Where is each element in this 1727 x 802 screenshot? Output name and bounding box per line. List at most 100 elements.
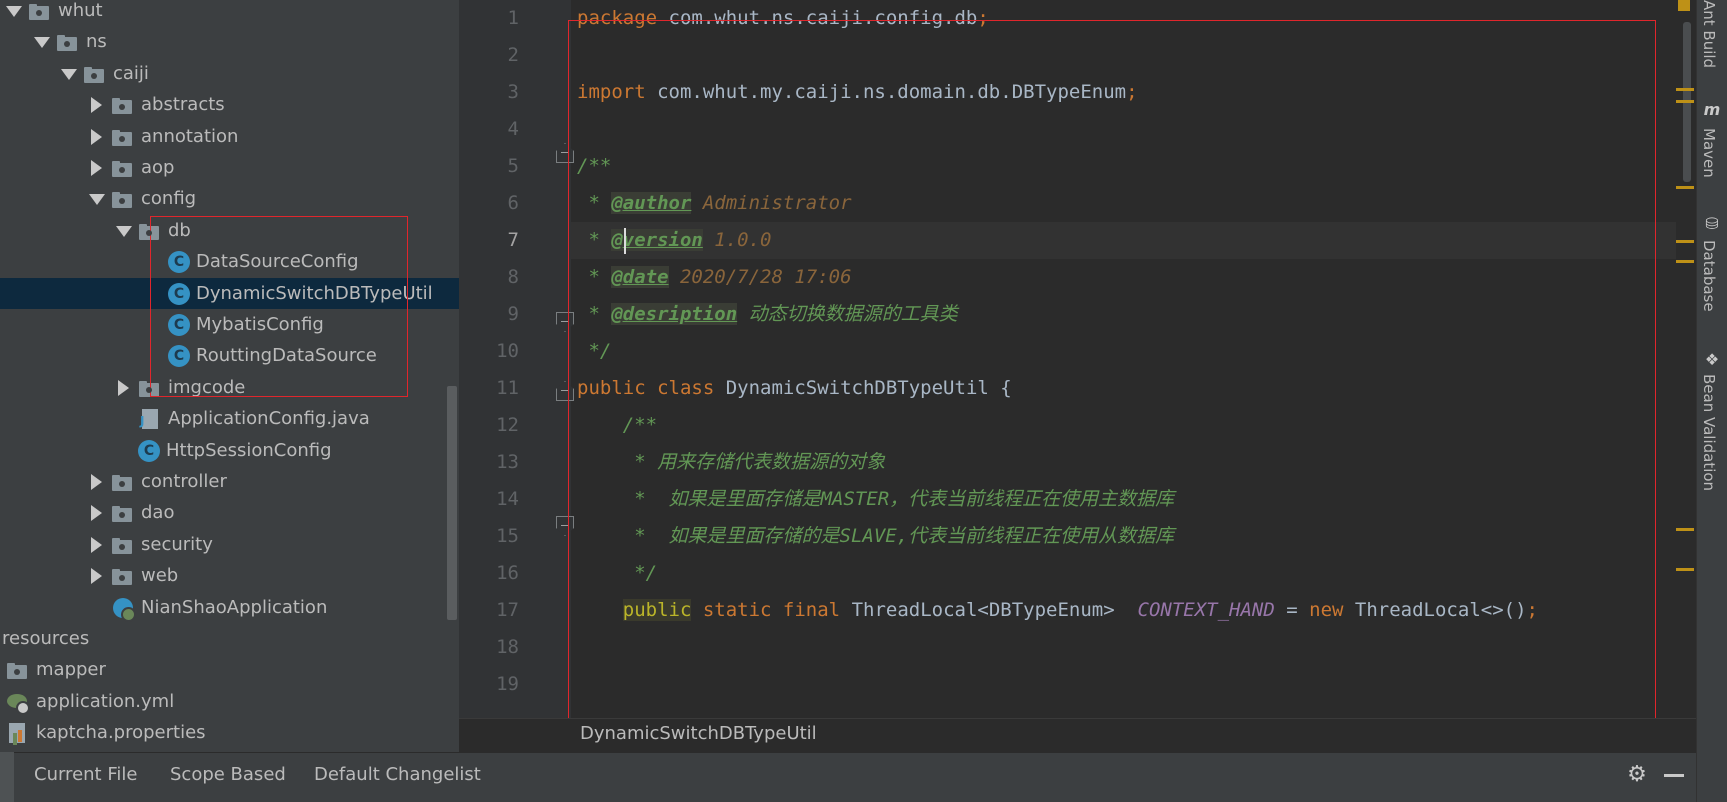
warning-marker[interactable] [1676,100,1694,103]
tree-item-label: NianShaoApplication [141,597,328,618]
warning-marker[interactable] [1678,0,1690,11]
folder-icon [6,659,30,681]
tree-item[interactable]: caiji [0,58,459,89]
line-number: 2 [507,44,519,66]
tree-item[interactable]: C RouttingDataSource [0,340,459,371]
code-text: ThreadLocal<>() [1343,599,1527,621]
tab-current-file[interactable]: Current File [34,764,137,785]
minimize-icon[interactable] [1664,774,1684,777]
java-file-icon [138,408,162,430]
chevron-right-icon[interactable] [85,126,107,148]
tree-item[interactable]: C MybatisConfig [0,309,459,340]
tree-item[interactable]: ApplicationConfig.java [0,403,459,434]
chevron-right-icon[interactable] [112,377,134,399]
tree-item-label: ApplicationConfig.java [168,408,370,429]
warning-marker[interactable] [1676,186,1694,189]
chevron-right-icon[interactable] [85,565,107,587]
chevron-right-icon[interactable] [85,534,107,556]
tab-scope-based[interactable]: Scope Based [170,764,286,785]
chevron-down-icon[interactable] [2,0,24,22]
breadcrumb[interactable]: DynamicSwitchDBTypeUtil [580,723,817,744]
tree-item[interactable]: annotation [0,121,459,152]
code-line-10[interactable]: */ [577,333,611,370]
chevron-right-icon[interactable] [85,471,107,493]
tree-scrollbar[interactable] [447,386,457,620]
warning-marker[interactable] [1676,528,1694,531]
code-line-9[interactable]: * @desription 动态切换数据源的工具类 [577,296,958,333]
chevron-right-icon[interactable] [85,157,107,179]
comment-text: * [577,266,612,288]
chevron-down-icon[interactable] [30,31,52,53]
tree-item-label: whut [58,0,103,21]
warning-marker[interactable] [1676,88,1694,91]
bean-validation-icon: ❖ [1704,350,1720,369]
chevron-right-icon[interactable] [85,94,107,116]
warning-marker[interactable] [1676,568,1694,571]
chevron-right-icon[interactable] [85,502,107,524]
bean-validation-tab[interactable]: Bean Validation [1700,374,1718,491]
code-line-3[interactable]: import com.whut.my.caiji.ns.domain.db.DB… [577,74,1138,111]
text-caret [624,228,626,254]
tree-item-label: config [141,188,197,209]
tree-item[interactable]: dao [0,497,459,528]
tree-item-label: abstracts [141,94,225,115]
tree-item[interactable]: ns [0,26,459,57]
code-line-5[interactable]: /** [577,148,611,185]
ant-build-tab[interactable]: Ant Build [1700,0,1718,68]
maven-tab[interactable]: Maven [1700,128,1718,178]
warning-marker[interactable] [1676,240,1694,243]
chevron-down-icon[interactable] [112,220,134,242]
folder-icon [138,377,162,399]
tree-item[interactable]: whut [0,0,459,26]
static-field: CONTEXT_HAND [1137,599,1275,621]
comment-text: * [577,192,612,214]
code-line-8[interactable]: * @date 2020/7/28 17:06 [577,259,852,296]
tree-item[interactable]: controller [0,466,459,497]
code-line-11[interactable]: public class DynamicSwitchDBTypeUtil { [577,370,1012,407]
chevron-down-icon[interactable] [57,63,79,85]
tree-item[interactable]: web [0,560,459,591]
code-line-6[interactable]: * @author Administrator [577,185,852,222]
line-number: 17 [496,599,519,621]
code-line-16[interactable]: */ [577,555,657,592]
class-icon: C [138,439,160,462]
tree-item-label: db [168,220,191,241]
tree-item[interactable]: imgcode [0,372,459,403]
tree-item[interactable]: NianShaoApplication [0,592,459,623]
tree-item[interactable]: C DataSourceConfig [0,246,459,277]
tree-item-label: dao [141,502,175,523]
tree-item[interactable]: db [0,215,459,246]
line-number: 1 [507,7,519,29]
tree-item[interactable]: config [0,183,459,214]
code-line-12[interactable]: /** [577,407,657,444]
code-line-15[interactable]: * 如果是里面存储的是SLAVE,代表当前线程正在使用从数据库 [577,518,1174,555]
keyword: public [622,599,692,621]
tree-item[interactable]: kaptcha.properties [0,717,459,748]
tree-item[interactable]: application.yml [0,686,459,717]
gear-icon[interactable]: ⚙ [1624,762,1650,788]
tree-item[interactable]: abstracts [0,89,459,120]
code-line-13[interactable]: * 用来存储代表数据源的对象 [577,444,885,481]
tree-item-label: MybatisConfig [196,314,324,335]
tree-item[interactable]: aop [0,152,459,183]
tree-item[interactable]: C HttpSessionConfig [0,435,459,466]
database-tab[interactable]: Database [1700,240,1718,312]
keyword: static final [691,599,841,621]
code-line-7[interactable]: * @version 1.0.0 [577,222,771,259]
tree-item[interactable]: mapper [0,654,459,685]
tree-item[interactable]: security [0,529,459,560]
tree-item[interactable]: resources [0,623,459,654]
comment-text: 1.0.0 [702,229,772,251]
folder-icon [111,94,135,116]
folder-icon [111,534,135,556]
chevron-down-icon[interactable] [85,188,107,210]
tab-default-changelist[interactable]: Default Changelist [314,764,481,785]
folder-icon [111,502,135,524]
line-number: 14 [496,488,519,510]
warning-marker[interactable] [1676,260,1694,263]
code-line-1[interactable]: package com.whut.ns.caiji.config.db; [577,0,989,37]
code-line-17[interactable]: public static final ThreadLocal<DBTypeEn… [577,592,1538,629]
maven-icon: m [1703,100,1721,119]
tree-item[interactable]: C DynamicSwitchDBTypeUtil [0,278,459,309]
code-line-14[interactable]: * 如果是里面存储是MASTER，代表当前线程正在使用主数据库 [577,481,1174,518]
